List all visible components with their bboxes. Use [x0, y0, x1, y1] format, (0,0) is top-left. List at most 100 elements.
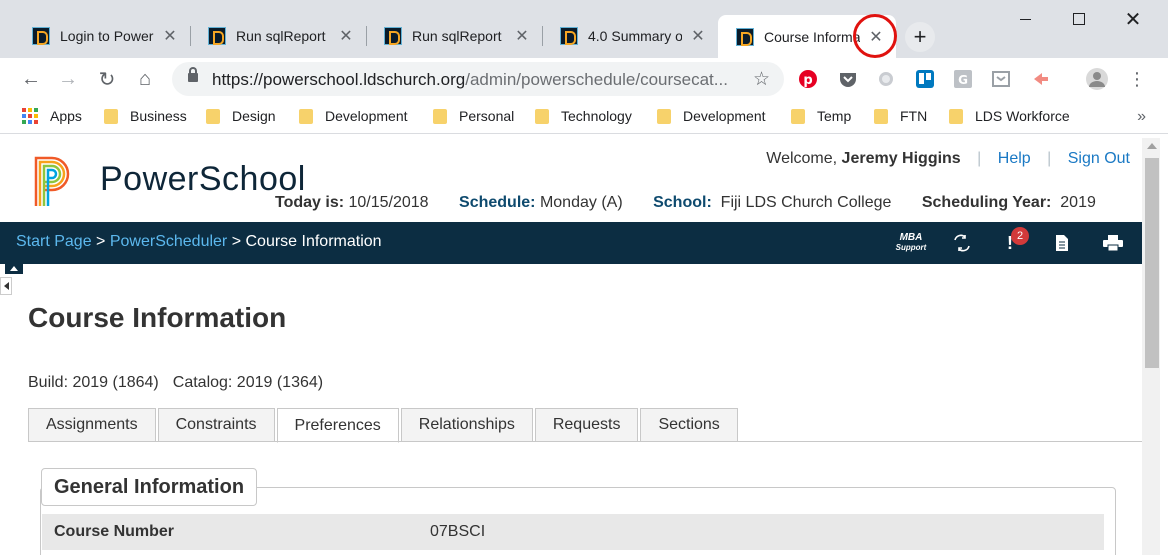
folder-icon [535, 108, 549, 124]
tab-title: 4.0 Summary of [588, 28, 682, 44]
mba-support-icon[interactable]: MBA Support [895, 231, 927, 255]
back-icon[interactable]: ← [18, 66, 44, 92]
pinterest-extension-icon[interactable]: p [797, 68, 819, 90]
bookmark-lds-workforce[interactable]: LDS Workforce [949, 108, 1070, 124]
year-value: 2019 [1060, 194, 1096, 211]
tab-requests[interactable]: Requests [534, 408, 639, 442]
apps-grid-icon [22, 108, 38, 124]
folder-icon [791, 108, 805, 124]
bookmarks-bar: Apps Business Design Development Persona… [0, 100, 1168, 134]
new-tab-button[interactable]: + [905, 22, 935, 52]
document-icon[interactable] [1049, 231, 1075, 255]
minimize-button[interactable] [1010, 6, 1040, 32]
language-switch-icon[interactable] [949, 231, 975, 255]
tabs-divider [28, 441, 1142, 442]
folder-icon [433, 108, 447, 124]
bookmark-development[interactable]: Development [299, 108, 408, 124]
close-icon[interactable]: ✕ [336, 26, 356, 46]
sign-out-link[interactable]: Sign Out [1068, 150, 1130, 167]
window-close-button[interactable]: ✕ [1118, 6, 1148, 32]
breadcrumb-start-page[interactable]: Start Page [16, 233, 92, 250]
browser-tab-login[interactable]: Login to PowerSchool ✕ [14, 17, 190, 55]
menu-kebab-icon[interactable]: ⋮ [1124, 66, 1150, 92]
section-title: General Information [41, 468, 258, 506]
bookmark-personal[interactable]: Personal [433, 108, 514, 124]
powerschool-favicon-icon [32, 27, 50, 45]
print-icon[interactable] [1100, 231, 1126, 255]
close-icon[interactable]: ✕ [866, 27, 886, 47]
close-icon[interactable]: ✕ [160, 26, 180, 46]
collapse-header-toggle[interactable] [5, 264, 23, 274]
collapse-sidebar-toggle[interactable] [0, 277, 12, 295]
tab-title: Login to PowerSchool [60, 28, 154, 44]
page-content: PowerSchool Welcome, Jeremy Higgins | He… [0, 138, 1142, 555]
bookmarks-overflow-icon[interactable]: » [1137, 108, 1146, 126]
browser-tab-sqlreport-1[interactable]: Run sqlReport ✕ [190, 17, 366, 55]
tab-assignments[interactable]: Assignments [28, 408, 156, 442]
folder-icon [206, 108, 220, 124]
close-icon[interactable]: ✕ [512, 26, 532, 46]
browser-tab-sqlreport-2[interactable]: Run sqlReport ✕ [366, 17, 542, 55]
inbox-extension-icon[interactable] [990, 68, 1012, 90]
breadcrumb-powerscheduler[interactable]: PowerScheduler [110, 233, 227, 250]
folder-icon [874, 108, 888, 124]
course-tabs: Assignments Constraints Preferences Rela… [28, 408, 740, 443]
catalog-info: Catalog: 2019 (1364) [172, 374, 324, 391]
extension-circle-icon[interactable] [875, 68, 897, 90]
g-extension-icon[interactable]: G [952, 68, 974, 90]
scrollbar-thumb[interactable] [1145, 158, 1159, 368]
forward-icon[interactable]: → [55, 66, 81, 92]
trello-extension-icon[interactable] [914, 68, 936, 90]
tab-constraints[interactable]: Constraints [157, 408, 275, 442]
browser-tab-course-information[interactable]: Course Information ✕ [718, 15, 896, 58]
close-icon[interactable]: ✕ [688, 26, 708, 46]
url-text: https://powerschool.ldschurch.org/admin/… [212, 70, 728, 89]
browser-tab-summary[interactable]: 4.0 Summary of ✕ [542, 17, 718, 55]
powerschool-logo-icon [34, 156, 70, 206]
scroll-up-arrow-icon[interactable] [1147, 143, 1157, 149]
bookmark-technology[interactable]: Technology [535, 108, 632, 124]
build-info: Build: 2019 (1864) [28, 374, 159, 391]
bookmark-apps[interactable]: Apps [22, 108, 82, 124]
nav-bar: Start Page > PowerScheduler > Course Inf… [0, 222, 1142, 264]
bookmark-ftn[interactable]: FTN [874, 108, 927, 124]
svg-text:p: p [803, 73, 812, 88]
table-row: Course Number 07BSCI [42, 514, 1104, 550]
info-bar: Today is: 10/15/2018 Schedule: Monday (A… [275, 194, 1096, 211]
powerschool-favicon-icon [560, 27, 578, 45]
share-extension-icon[interactable] [1030, 68, 1052, 90]
school-value: Fiji LDS Church College [720, 194, 892, 211]
lock-icon [188, 67, 198, 82]
field-value: 07BSCI [430, 523, 486, 540]
bookmark-development-2[interactable]: Development [657, 108, 766, 124]
user-name: Jeremy Higgins [841, 150, 961, 167]
tab-title: Run sqlReport [412, 28, 502, 44]
reload-icon[interactable]: ↻ [94, 66, 120, 92]
pocket-extension-icon[interactable] [837, 68, 859, 90]
notifications-icon[interactable]: ! 2 [997, 227, 1029, 255]
folder-icon [299, 108, 313, 124]
maximize-button[interactable] [1064, 6, 1094, 32]
profile-avatar[interactable] [1086, 68, 1108, 90]
bookmark-design[interactable]: Design [206, 108, 276, 124]
powerschool-favicon-icon [208, 27, 226, 45]
tab-preferences[interactable]: Preferences [276, 408, 399, 443]
tab-relationships[interactable]: Relationships [400, 408, 533, 442]
tab-title: Run sqlReport [236, 28, 326, 44]
folder-icon [657, 108, 671, 124]
folder-icon [104, 108, 118, 124]
browser-toolbar: ← → ↻ ⌂ https://powerschool.ldschurch.or… [0, 58, 1168, 100]
page-title: Course Information [28, 302, 287, 333]
build-catalog-info: Build: 2019 (1864) Catalog: 2019 (1364) [28, 374, 323, 392]
bookmark-business[interactable]: Business [104, 108, 187, 124]
tab-sections[interactable]: Sections [640, 408, 738, 442]
powerschool-favicon-icon [736, 27, 754, 46]
help-link[interactable]: Help [998, 150, 1031, 167]
bookmark-star-icon[interactable]: ☆ [753, 68, 770, 91]
address-bar[interactable]: https://powerschool.ldschurch.org/admin/… [172, 62, 784, 96]
breadcrumb-current: Course Information [245, 233, 382, 250]
browser-tab-strip: Login to PowerSchool ✕ Run sqlReport ✕ R… [0, 0, 1168, 58]
today-value: 10/15/2018 [348, 194, 429, 211]
home-icon[interactable]: ⌂ [132, 66, 158, 92]
bookmark-temp[interactable]: Temp [791, 108, 851, 124]
